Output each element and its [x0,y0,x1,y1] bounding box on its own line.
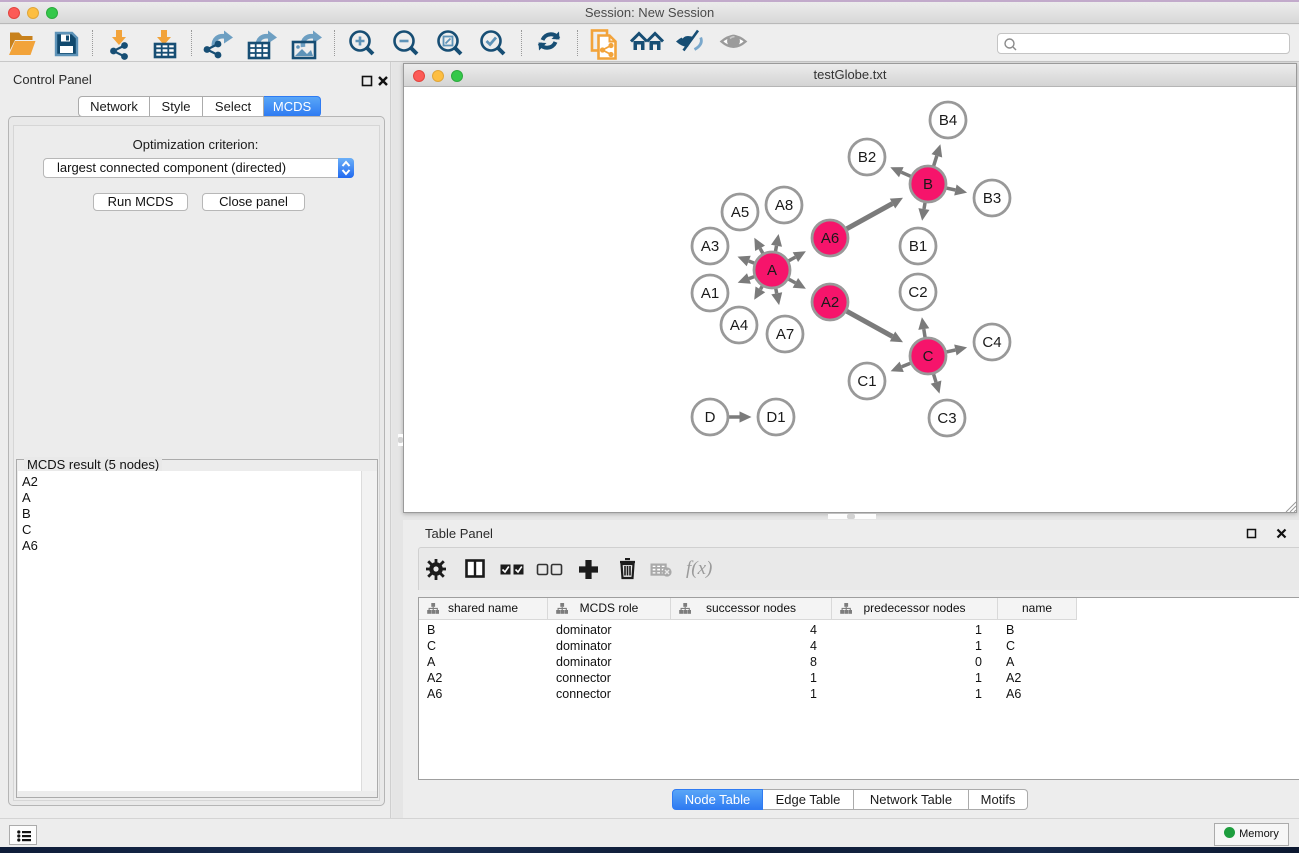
svg-text:C: C [923,348,934,365]
svg-text:C3: C3 [937,410,956,427]
svg-text:C2: C2 [908,284,927,301]
svg-text:B2: B2 [858,149,876,166]
svg-text:A4: A4 [730,317,748,334]
svg-text:D: D [705,409,716,426]
svg-text:A3: A3 [701,238,719,255]
svg-text:A5: A5 [731,204,749,221]
svg-text:A7: A7 [776,326,794,343]
svg-text:A6: A6 [821,230,839,247]
svg-text:B3: B3 [983,190,1001,207]
svg-text:A1: A1 [701,285,719,302]
svg-text:B1: B1 [909,238,927,255]
svg-text:C1: C1 [857,373,876,390]
svg-text:C4: C4 [982,334,1001,351]
svg-text:A8: A8 [775,197,793,214]
svg-text:D1: D1 [766,409,785,426]
svg-text:B4: B4 [939,112,957,129]
svg-text:A: A [767,262,777,279]
svg-text:A2: A2 [821,294,839,311]
svg-text:B: B [923,176,933,193]
svg-text:f(x): f(x) [686,558,712,579]
